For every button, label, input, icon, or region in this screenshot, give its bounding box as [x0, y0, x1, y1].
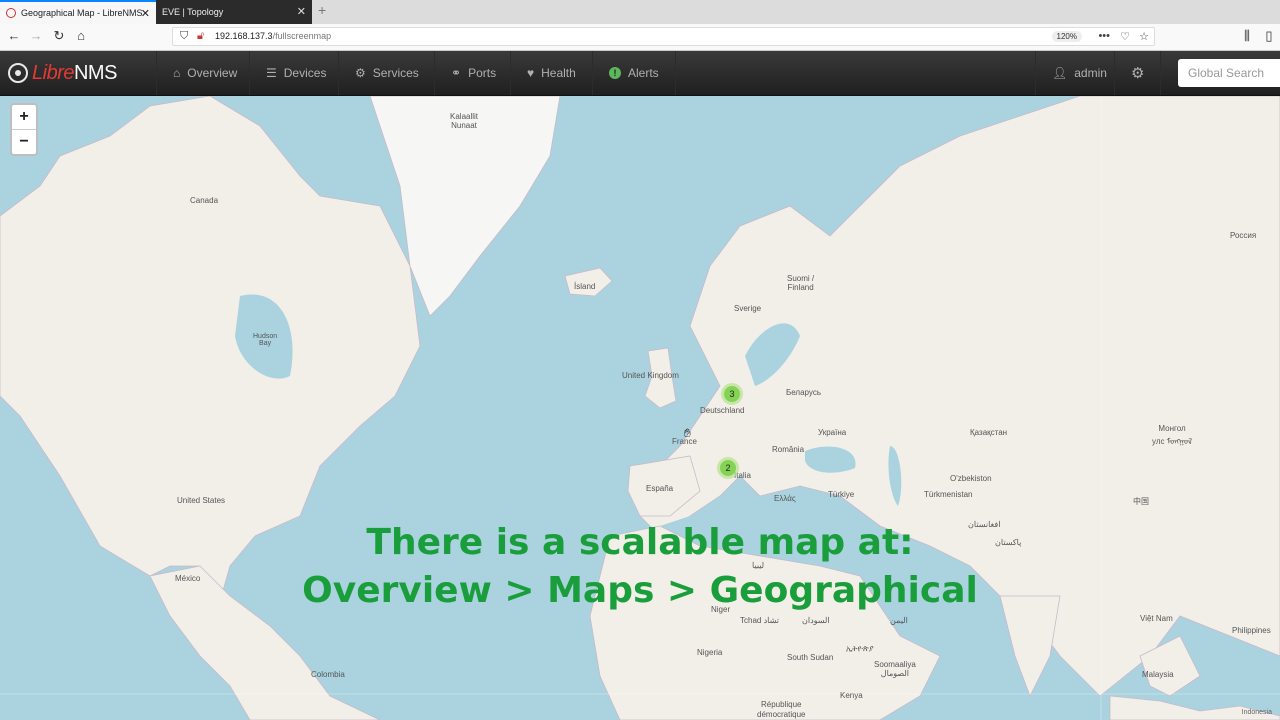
map-label-china: 中国 — [1133, 497, 1149, 506]
map-label-romania: România — [772, 445, 805, 454]
tab-eve-topology[interactable]: EVE | Topology ✕ — [156, 0, 312, 24]
map-label-deutschland: Deutschland — [700, 406, 745, 415]
home-icon: ⌂ — [173, 66, 181, 80]
map-label-canada: Canada — [190, 196, 219, 205]
menu-ports[interactable]: ⚭ Ports — [434, 51, 512, 95]
tab-title: EVE | Topology — [162, 7, 224, 17]
browser-navbar: ← → ↻ ⌂ ⛉ 🔓︎ 192.168.137.3/fullscreenmap… — [0, 24, 1280, 51]
menu-alerts[interactable]: ! Alerts — [592, 51, 676, 95]
tab-title: Geographical Map - LibreNMS — [21, 8, 143, 18]
map-label-turkiye: Türkiye — [828, 490, 855, 499]
menu-overview[interactable]: ⌂ Overview — [156, 51, 253, 95]
pocket-icon[interactable]: ♡ — [1120, 30, 1130, 43]
map-label-kazakhstan: Қазақстан — [970, 428, 1008, 437]
device-cluster-marker[interactable]: 3 — [721, 383, 743, 405]
map-zoom-control: + − — [10, 103, 38, 156]
map-label-espana: España — [646, 484, 674, 493]
map-label-us: United States — [177, 496, 226, 505]
map-label-greenland: Kalaallit Nunaat — [450, 112, 479, 130]
heartbeat-icon: ♥ — [527, 66, 535, 80]
map-label-malaysia: Malaysia — [1142, 670, 1174, 679]
menu-health[interactable]: ♥ Health — [510, 51, 592, 95]
map-label-somalia: Soomaaliya الصومال — [874, 660, 916, 678]
map-label-uzbekistan: O'zbekiston — [950, 474, 992, 483]
home-icon[interactable]: ⌂ — [72, 28, 90, 43]
map-label-vietnam: Việt Nam — [1140, 614, 1173, 623]
gear-icon: ⚙ — [1131, 65, 1145, 82]
library-icon[interactable]: ⫼ — [1238, 28, 1256, 44]
librenms-logo[interactable]: Libre NMS — [8, 60, 117, 86]
url-bar[interactable]: ⛉ 🔓︎ 192.168.137.3/fullscreenmap 120% ••… — [172, 27, 1155, 46]
user-menu[interactable]: 👤︎ admin — [1035, 51, 1123, 95]
forward-icon[interactable]: → — [27, 28, 45, 43]
grab-cursor-icon: ✋︎ — [684, 426, 691, 440]
map-label-uk: United Kingdom — [622, 371, 679, 380]
india-landmass — [999, 595, 1061, 697]
tab-close-icon[interactable]: ✕ — [141, 7, 150, 20]
url-text: 192.168.137.3/fullscreenmap — [215, 31, 332, 41]
map-label-philippines: Philippines — [1232, 626, 1271, 635]
map-label-kenya: Kenya — [840, 691, 863, 700]
map-label-ukraine: Україна — [818, 428, 847, 437]
browser-tabbar: Geographical Map - LibreNMS ✕ EVE | Topo… — [0, 0, 1280, 24]
map-label-nigeria: Nigeria — [697, 648, 723, 657]
map-label-finland: Suomi / Finland — [787, 274, 815, 292]
librenms-logo-icon — [8, 63, 28, 83]
map-label-south-sudan: South Sudan — [787, 653, 834, 662]
map-tiles[interactable] — [0, 96, 1280, 720]
tab-geographical-map[interactable]: Geographical Map - LibreNMS ✕ — [0, 0, 156, 24]
server-icon: ☰ — [266, 66, 277, 80]
map-label-yemen: اليمن — [890, 616, 908, 625]
map-label-ellas: Ελλάς — [774, 494, 796, 503]
map-label-rdc: République démocratique — [757, 700, 806, 719]
tab-close-icon[interactable]: ✕ — [297, 5, 306, 18]
user-icon: 👤︎ — [1052, 66, 1068, 80]
reload-icon[interactable]: ↻ — [50, 28, 68, 44]
link-icon: ⚭ — [451, 66, 462, 80]
zoom-out-button[interactable]: − — [12, 129, 36, 154]
map-label-turkmenistan: Türkmenistan — [924, 490, 973, 499]
global-search-input[interactable]: Global Search — [1178, 59, 1280, 87]
map-label-mongolia: Монгол улс ᠮᠣᠩᠭᠣᠯ — [1152, 424, 1193, 446]
menu-devices[interactable]: ☰ Devices — [249, 51, 342, 95]
map-label-colombia: Colombia — [311, 670, 345, 679]
map-label-iceland: Ísland — [574, 282, 596, 291]
exclamation-circle-icon: ! — [609, 67, 621, 79]
bookmark-star-icon[interactable]: ☆ — [1139, 30, 1149, 43]
indonesia-landmass — [1109, 695, 1280, 720]
cogs-icon: ⚙ — [355, 66, 366, 80]
map-label-belarus: Беларусь — [786, 388, 821, 397]
settings-menu[interactable]: ⚙ — [1114, 51, 1162, 95]
sidebar-icon[interactable]: ▯ — [1260, 28, 1278, 44]
device-cluster-marker[interactable]: 2 — [717, 457, 739, 479]
insecure-lock-icon[interactable]: 🔓︎ — [197, 30, 204, 43]
zoom-indicator[interactable]: 120% — [1051, 31, 1082, 42]
back-icon[interactable]: ← — [5, 28, 23, 43]
menu-services[interactable]: ⚙ Services — [338, 51, 435, 95]
caption-line-1: There is a scalable map at: — [366, 522, 914, 563]
librenms-navbar: Libre NMS ⌂ Overview ☰ Devices ⚙ Services… — [0, 51, 1280, 96]
map-label-rossiya: Россия — [1230, 231, 1257, 240]
map-label-tchad: Tchad تشاد — [740, 616, 779, 625]
geographical-map[interactable]: Kalaallit Nunaat Canada Hudson Bay Íslan… — [0, 96, 1280, 720]
map-label-sudan: السودان — [802, 616, 830, 625]
map-label-hudson-bay: Hudson Bay — [253, 333, 278, 347]
shield-icon[interactable]: ⛉ — [180, 30, 188, 43]
map-label-ethiopia: ኢትዮጵያ — [846, 644, 874, 653]
map-label-indonesia: Indonesia — [1241, 709, 1272, 716]
new-tab-icon[interactable]: + — [318, 2, 326, 18]
librenms-favicon-icon — [6, 8, 16, 18]
more-actions-icon[interactable]: ••• — [1098, 30, 1110, 42]
map-label-sverige: Sverige — [734, 304, 762, 313]
zoom-in-button[interactable]: + — [12, 105, 36, 129]
caption-line-2: Overview > Maps > Geographical — [302, 570, 978, 611]
